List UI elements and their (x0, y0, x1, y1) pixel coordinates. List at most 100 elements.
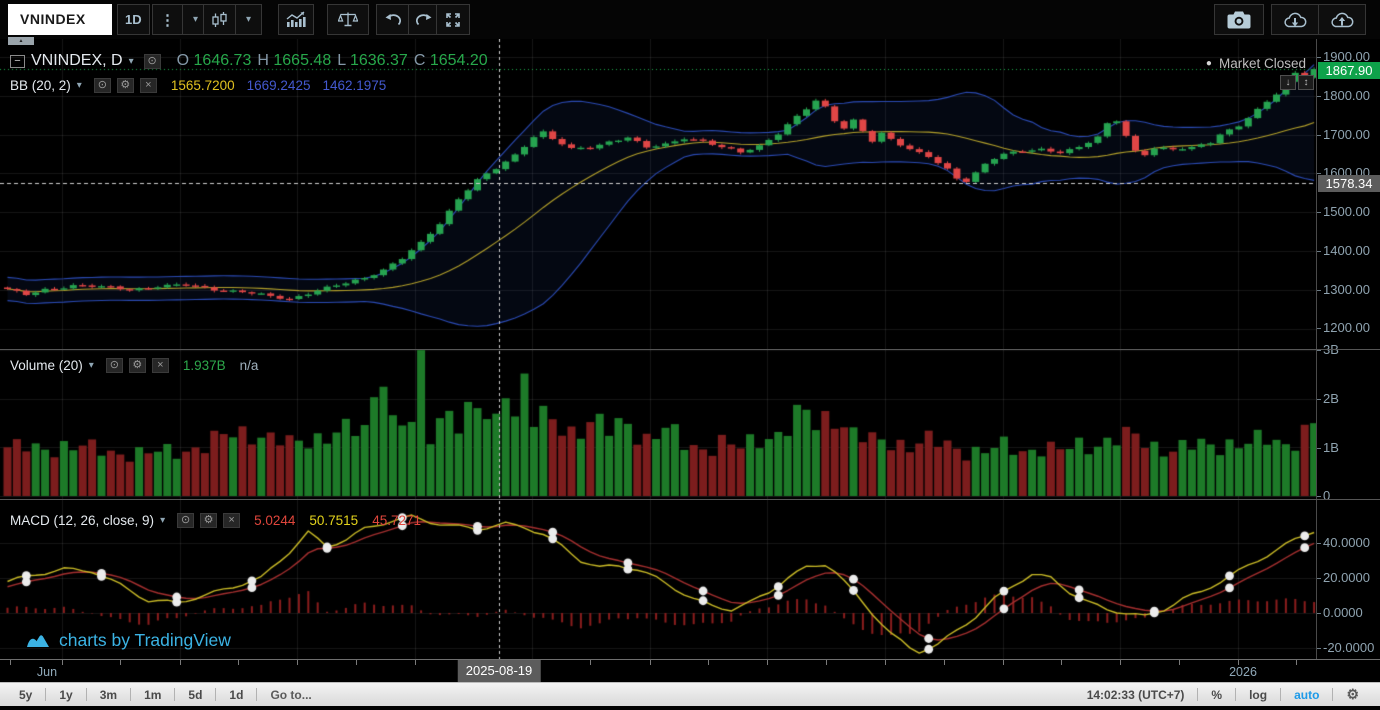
chevron-up-icon: ▲ (18, 38, 24, 44)
chart-style-button[interactable] (204, 5, 235, 34)
goto-button[interactable]: Go to... (261, 688, 320, 702)
eye-icon[interactable]: ⊙ (105, 358, 123, 373)
snapshot-button[interactable] (1215, 5, 1263, 34)
close-icon[interactable]: × (139, 78, 157, 93)
open-value: 1646.73 (193, 52, 252, 69)
time-tick (1179, 660, 1180, 665)
time-axis[interactable]: Jun 2026 2025-08-19 (0, 659, 1380, 682)
volume-na-value: n/a (239, 358, 259, 373)
top-toolbar: VNINDEX 1D ⋮ ▾ ▾ (0, 0, 1380, 39)
chevron-down-icon[interactable]: ▾ (77, 80, 82, 91)
macd-title[interactable]: MACD (12, 26, close, 9) (10, 513, 154, 528)
macd-legend: MACD (12, 26, close, 9) ▾ ⊙ ⚙ × 5.0244 5… (10, 513, 421, 528)
eye-icon[interactable]: ⊙ (143, 53, 161, 69)
bb-legend: BB (20, 2) ▾ ⊙ ⚙ × 1565.7200 1669.2425 1… (10, 78, 386, 93)
time-tick (1061, 660, 1062, 665)
separator (215, 688, 217, 701)
chevron-down-icon: ▾ (245, 14, 252, 25)
crosshair-price-badge: 1578.34 (1318, 175, 1380, 192)
log-scale-button[interactable]: log (1240, 688, 1276, 702)
bottom-toolbar: 5y 1y 3m 1m 5d 1d Go to... 14:02:33 (UTC+7) %… (0, 682, 1380, 706)
range-button-5y[interactable]: 5y (10, 688, 41, 702)
range-button-1y[interactable]: 1y (50, 688, 81, 702)
tradingview-logo-icon (27, 635, 49, 647)
eye-icon[interactable]: ⊙ (93, 78, 111, 93)
time-tick (120, 660, 121, 665)
chevron-down-icon[interactable]: ▾ (89, 360, 94, 371)
gear-icon[interactable]: ⚙ (200, 513, 218, 528)
close-icon[interactable]: × (151, 358, 169, 373)
redo-arrow-icon (416, 14, 432, 26)
scroll-down-button[interactable]: ↓ (1280, 75, 1296, 90)
eye-icon[interactable]: ⊙ (177, 513, 195, 528)
fullscreen-button[interactable] (437, 5, 469, 34)
gear-icon[interactable]: ⚙ (116, 78, 134, 93)
tradingview-watermark[interactable]: charts by TradingView (26, 630, 231, 651)
range-button-1d[interactable]: 1d (220, 688, 252, 702)
series-title[interactable]: VNINDEX, D (31, 52, 123, 70)
separator (130, 688, 132, 701)
save-chart-button[interactable] (1318, 5, 1365, 34)
cloud-upload-icon (1331, 12, 1354, 28)
axis-label: 1B (1317, 440, 1380, 455)
time-label: 2026 (1229, 665, 1257, 679)
range-button-3m[interactable]: 3m (91, 688, 126, 702)
range-button-5d[interactable]: 5d (179, 688, 211, 702)
axis-label: 1200.00 (1317, 320, 1380, 335)
bottom-right-controls: 14:02:33 (UTC+7) % log auto ⚙ (1078, 686, 1368, 703)
volume-title[interactable]: Volume (20) (10, 358, 83, 373)
time-tick (10, 660, 11, 665)
close-value: 1654.20 (429, 52, 488, 69)
range-button-1m[interactable]: 1m (135, 688, 170, 702)
time-tick (885, 660, 886, 665)
market-status-text: Market Closed (1218, 56, 1306, 71)
volume-legend: Volume (20) ▾ ⊙ ⚙ × 1.937B n/a (10, 358, 258, 373)
restore-scale-button[interactable]: ↕ (1298, 75, 1314, 90)
pane-divider[interactable] (0, 499, 1380, 500)
interval-menu-button[interactable]: ⋮ (153, 5, 182, 34)
undo-button[interactable] (377, 5, 408, 34)
axis-label: -20.0000 (1317, 640, 1380, 655)
chevron-down-icon[interactable]: ▾ (129, 56, 134, 67)
high-label: H (257, 52, 269, 69)
auto-scale-button[interactable]: auto (1285, 688, 1328, 702)
chart-style-caret[interactable]: ▾ (235, 5, 261, 34)
low-value: 1636.37 (349, 52, 408, 69)
clock-timezone-button[interactable]: 14:02:33 (UTC+7) (1078, 688, 1194, 702)
axis-label: 0 (1317, 488, 1380, 503)
time-tick (62, 660, 63, 665)
axis-label: 1300.00 (1317, 282, 1380, 297)
separator (1280, 688, 1282, 701)
time-tick (826, 660, 827, 665)
axis-label: 20.0000 (1317, 570, 1380, 585)
interval-button[interactable]: 1D (118, 5, 149, 34)
high-value: 1665.48 (273, 52, 332, 69)
axis-label: 1500.00 (1317, 204, 1380, 219)
camera-icon (1227, 11, 1251, 28)
percent-scale-button[interactable]: % (1202, 688, 1231, 702)
gear-icon[interactable]: ⚙ (1337, 686, 1368, 703)
indicators-button[interactable] (279, 5, 313, 34)
axis-label: 0.0000 (1317, 605, 1380, 620)
status-dot-icon: ● (1205, 58, 1212, 69)
pane-divider[interactable] (0, 349, 1380, 350)
load-chart-button[interactable] (1272, 5, 1318, 34)
compare-button[interactable] (328, 5, 368, 34)
collapse-pane-button[interactable]: − (10, 54, 25, 68)
chevron-down-icon[interactable]: ▾ (160, 515, 165, 526)
time-label: Jun (36, 665, 58, 679)
time-tick (944, 660, 945, 665)
watermark-text: charts by TradingView (59, 630, 231, 650)
separator (256, 688, 258, 701)
symbol-input[interactable]: VNINDEX (8, 4, 112, 35)
close-icon[interactable]: × (223, 513, 241, 528)
separator (45, 688, 47, 701)
bb-title[interactable]: BB (20, 2) (10, 78, 71, 93)
time-tick (415, 660, 416, 665)
gear-icon[interactable]: ⚙ (128, 358, 146, 373)
axis-label: 2B (1317, 391, 1380, 406)
toolbar-collapse-tab[interactable]: ▲ (8, 37, 34, 45)
indicators-icon (286, 11, 306, 27)
axis-label: 40.0000 (1317, 535, 1380, 550)
arrow-updown-icon: ↕ (1303, 77, 1309, 88)
